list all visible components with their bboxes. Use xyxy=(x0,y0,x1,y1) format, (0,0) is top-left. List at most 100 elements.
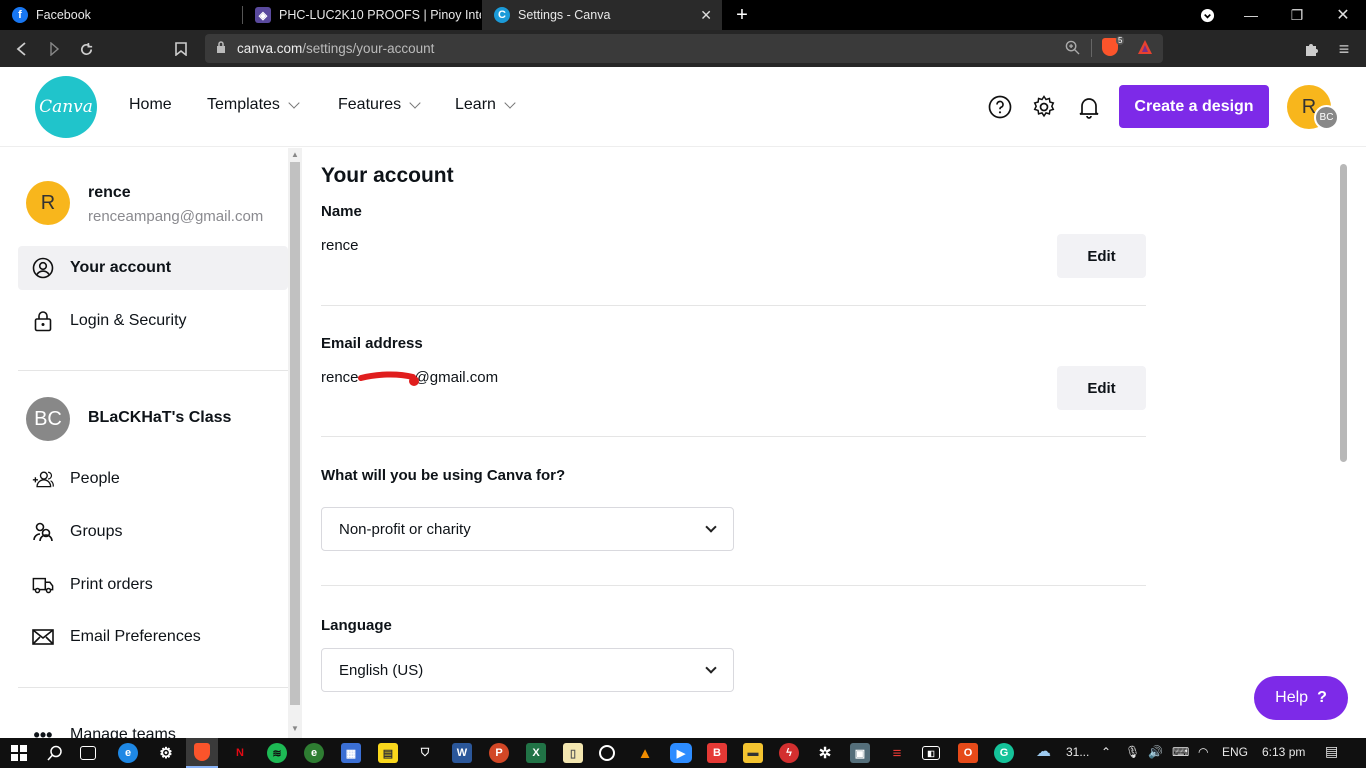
nav-templates[interactable]: Templates xyxy=(207,96,300,114)
weather-temp[interactable]: 31... xyxy=(1066,745,1089,759)
divider xyxy=(18,370,288,371)
main-scrollbar[interactable] xyxy=(1336,148,1350,738)
nav-templates-label: Templates xyxy=(207,96,280,113)
reload-button[interactable] xyxy=(75,38,97,60)
tab-settings-canva[interactable]: C Settings - Canva ✕ xyxy=(482,0,722,30)
team-avatar: BC xyxy=(26,397,70,441)
tab-title: Settings - Canva xyxy=(518,8,611,22)
brave-rewards-icon[interactable] xyxy=(1137,39,1153,60)
sidebar-item-your-account[interactable]: Your account xyxy=(18,246,288,290)
menu-icon[interactable]: ≡ xyxy=(1333,38,1355,60)
tab-pinoy-internet[interactable]: ◈ PHC-LUC2K10 PROOFS | Pinoy Interne xyxy=(243,0,481,30)
sidebar-item-print-orders[interactable]: Print orders xyxy=(18,563,288,607)
zoom-app-icon[interactable]: ▶ xyxy=(670,743,692,763)
back-button[interactable] xyxy=(11,38,33,60)
language-indicator[interactable]: ENG xyxy=(1222,745,1248,759)
nav-features[interactable]: Features xyxy=(338,96,421,114)
tab-facebook[interactable]: f Facebook xyxy=(0,0,242,30)
gear-icon[interactable] xyxy=(1031,94,1057,120)
lock-icon[interactable] xyxy=(216,41,226,54)
brave-taskbar-icon[interactable] xyxy=(186,738,218,768)
main-scroll-thumb[interactable] xyxy=(1340,164,1347,462)
create-design-button[interactable]: Create a design xyxy=(1119,85,1269,128)
powerpoint-icon[interactable]: P xyxy=(489,743,509,763)
grammarly-icon[interactable]: G xyxy=(994,743,1014,763)
team-name: BLaCKHaT's Class xyxy=(88,409,232,426)
bell-icon[interactable] xyxy=(1076,94,1102,120)
divider xyxy=(321,305,1146,306)
canva-logo[interactable]: Canva xyxy=(35,76,97,138)
word-icon[interactable]: W xyxy=(452,743,472,763)
wifi-icon[interactable]: ◠ xyxy=(1198,745,1208,759)
close-tab-icon[interactable]: ✕ xyxy=(700,7,712,24)
office-icon[interactable]: O xyxy=(958,743,978,763)
notepad-icon[interactable]: ▯ xyxy=(563,743,583,763)
sidebar-item-manage-teams[interactable]: ••• Manage teams xyxy=(18,713,288,739)
usage-select-value: Non-profit or charity xyxy=(339,520,471,538)
extensions-icon[interactable] xyxy=(1301,38,1323,60)
input-method-icon[interactable]: ⌨ xyxy=(1172,745,1189,759)
usage-select[interactable]: Non-profit or charity xyxy=(321,507,734,551)
account-settings-panel: Your account Name rence Edit Email addre… xyxy=(305,148,1335,738)
sidebar-scrollbar[interactable]: ▲ ▼ xyxy=(288,148,302,738)
gear-app-icon[interactable]: ✲ xyxy=(815,743,835,763)
edit-email-button[interactable]: Edit xyxy=(1057,366,1146,410)
sidebar-item-login-security[interactable]: Login & Security xyxy=(18,299,288,343)
nav-home[interactable]: Home xyxy=(129,96,172,114)
red-stripes-icon[interactable]: ≡ xyxy=(887,743,907,763)
settings-gear-icon[interactable]: ⚙ xyxy=(156,743,176,763)
sidebar-scroll-thumb[interactable] xyxy=(290,162,300,705)
b-app-icon[interactable]: B xyxy=(707,743,727,763)
sidebar-item-groups[interactable]: Groups xyxy=(18,510,288,554)
edit-name-button[interactable]: Edit xyxy=(1057,234,1146,278)
sticky-notes-icon[interactable]: ▤ xyxy=(378,743,398,763)
photos-app-icon[interactable]: ▣ xyxy=(850,743,870,763)
search-icon[interactable] xyxy=(45,743,65,763)
spotify-icon[interactable]: ≋ xyxy=(267,743,287,763)
sidebar-item-email-preferences[interactable]: Email Preferences xyxy=(18,615,288,659)
zoom-icon[interactable] xyxy=(1065,40,1080,60)
minimize-button[interactable]: — xyxy=(1228,0,1274,30)
bookmark-icon[interactable] xyxy=(170,38,192,60)
help-button[interactable]: Help ? xyxy=(1254,676,1348,720)
clock[interactable]: 6:13 pm xyxy=(1262,745,1305,759)
team-avatar-badge: BC xyxy=(1314,105,1339,130)
task-view-icon[interactable] xyxy=(80,746,96,760)
calculator-icon[interactable]: ▦ xyxy=(341,743,361,763)
tab-search-icon[interactable] xyxy=(1184,0,1230,30)
language-select[interactable]: English (US) xyxy=(321,648,734,692)
help-button-label: Help xyxy=(1275,689,1309,706)
circle-app-icon[interactable] xyxy=(599,745,615,761)
scroll-down-icon[interactable]: ▼ xyxy=(291,724,299,733)
url-host: canva.com xyxy=(237,41,303,56)
chevron-up-icon[interactable]: ⌃ xyxy=(1101,745,1111,759)
scroll-up-icon[interactable]: ▲ xyxy=(291,150,299,159)
excel-icon[interactable]: X xyxy=(526,743,546,763)
name-value: rence xyxy=(321,237,359,254)
new-tab-button[interactable]: + xyxy=(719,0,765,30)
close-window-button[interactable]: ✕ xyxy=(1320,0,1366,30)
help-circle-icon[interactable] xyxy=(987,94,1013,120)
truck-icon xyxy=(32,574,54,596)
restore-button[interactable]: ❐ xyxy=(1274,0,1320,30)
microphone-icon[interactable]: 🎙 xyxy=(1125,745,1140,759)
forward-button[interactable] xyxy=(43,38,65,60)
windows-start-icon[interactable] xyxy=(9,743,29,763)
speaker-icon[interactable]: 🔊 xyxy=(1148,745,1163,759)
address-bar[interactable]: canva.com/settings/your-account 5 xyxy=(205,34,1163,63)
file-explorer-icon[interactable]: ▬ xyxy=(743,743,763,763)
netflix-icon[interactable]: N xyxy=(230,743,250,763)
notifications-icon[interactable]: ▤ xyxy=(1325,743,1338,760)
edge-icon[interactable]: e xyxy=(118,743,138,763)
edge-dev-icon[interactable]: e xyxy=(304,743,324,763)
window-app-icon[interactable]: ◧ xyxy=(922,746,940,760)
nav-learn[interactable]: Learn xyxy=(455,96,516,114)
security-shield-icon[interactable]: ⛉ xyxy=(415,743,435,763)
question-mark-icon: ? xyxy=(1317,689,1327,706)
sidebar-item-people[interactable]: People xyxy=(18,457,288,501)
sidebar-item-label: People xyxy=(70,470,120,487)
vlc-icon[interactable]: ▲ xyxy=(635,743,655,763)
weather-cloud-icon[interactable]: ☁ xyxy=(1036,742,1051,760)
flash-app-icon[interactable]: ϟ xyxy=(779,743,799,763)
add-people-icon xyxy=(32,468,54,490)
